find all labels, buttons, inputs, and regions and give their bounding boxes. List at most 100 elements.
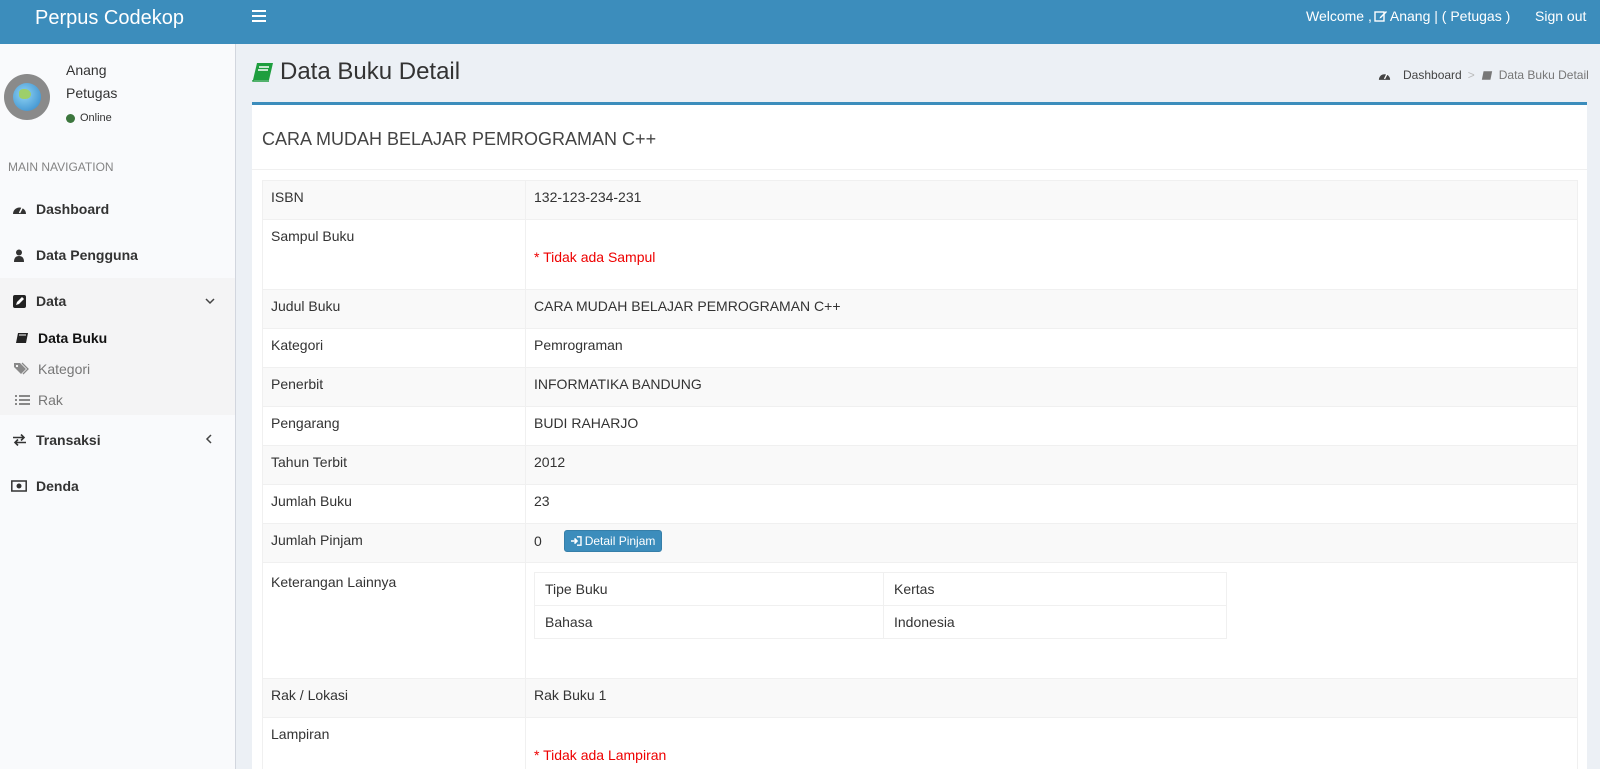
value-sampul: * Tidak ada Sampul [534, 249, 656, 265]
top-navbar: Perpus Codekop Welcome , Anang | ( Petug… [0, 0, 1600, 44]
welcome-text[interactable]: Welcome , Anang | ( Petugas ) [1306, 8, 1510, 24]
edit-icon [11, 294, 27, 308]
value-keterangan-cell: Tipe Buku Kertas Bahasa Indonesia [525, 562, 1578, 679]
book-detail-box: CARA MUDAH BELAJAR PEMROGRAMAN C++ ISBN … [252, 102, 1587, 769]
sidebar-item-label: Dashboard [36, 201, 110, 217]
exchange-icon [11, 433, 27, 447]
breadcrumb-current: Data Buku Detail [1498, 68, 1589, 82]
user-role: Petugas [66, 85, 118, 101]
avatar [4, 74, 50, 120]
book-icon [14, 332, 30, 344]
label-jumlah: Jumlah Buku [262, 484, 526, 524]
sidebar-item-label: Data [36, 293, 67, 309]
sidebar-subitem-label: Data Buku [38, 329, 108, 346]
edit-icon [1374, 11, 1387, 22]
sidebar-item-transaksi[interactable]: Transaksi [0, 417, 235, 463]
book-heading: CARA MUDAH BELAJAR PEMROGRAMAN C++ [262, 129, 657, 149]
value-pinjam: 0 [534, 533, 542, 549]
sidebar: Anang Petugas Online MAIN NAVIGATION Das… [0, 44, 236, 769]
sidebar-subitem-label: Kategori [38, 360, 91, 377]
dashboard-icon [1378, 72, 1391, 80]
status-label: Online [80, 112, 112, 124]
keterangan-value: Kertas [883, 572, 1227, 606]
table-row: Sampul Buku * Tidak ada Sampul [262, 219, 1578, 290]
value-pinjam-cell: 0 Detail Pinjam [525, 523, 1578, 563]
value-penerbit: INFORMATIKA BANDUNG [525, 367, 1578, 407]
sidebar-item-label: Data Pengguna [36, 247, 138, 263]
keterangan-key: Tipe Buku [534, 572, 884, 606]
value-lampiran-cell: * Tidak ada Lampiran [525, 717, 1578, 769]
sidebar-item-label: Transaksi [36, 432, 101, 448]
label-pengarang: Pengarang [262, 406, 526, 446]
value-tahun: 2012 [525, 445, 1578, 485]
table-row: Penerbit INFORMATIKA BANDUNG [262, 367, 1578, 407]
sidebar-subitem-data-buku[interactable]: Data Buku [0, 322, 235, 353]
value-kategori: Pemrograman [525, 328, 1578, 368]
status-badge: Online [66, 112, 112, 124]
breadcrumb-separator: > [1467, 68, 1475, 82]
table-row: Lampiran * Tidak ada Lampiran [262, 717, 1578, 769]
value-pengarang: BUDI RAHARJO [525, 406, 1578, 446]
chevron-down-icon [205, 294, 215, 308]
value-lampiran: * Tidak ada Lampiran [534, 747, 667, 763]
user-icon [11, 248, 27, 262]
keterangan-table: Tipe Buku Kertas Bahasa Indonesia [534, 572, 1227, 639]
breadcrumb-dashboard-link[interactable]: Dashboard [1403, 68, 1462, 82]
sidebar-item-label: Denda [36, 478, 79, 494]
table-row: Jumlah Pinjam 0 Detail Pinjam [262, 523, 1578, 563]
page-title: Data Buku Detail [252, 58, 460, 86]
table-row: Tipe Buku Kertas [534, 572, 1227, 606]
list-icon [14, 394, 30, 406]
label-pinjam: Jumlah Pinjam [262, 523, 526, 563]
value-isbn: 132-123-234-231 [525, 180, 1578, 220]
chevron-left-icon [205, 433, 213, 447]
sidebar-item-dashboard[interactable]: Dashboard [0, 186, 235, 232]
sign-in-icon [570, 536, 582, 546]
sidebar-subitem-rak[interactable]: Rak [0, 384, 235, 415]
table-row: Tahun Terbit 2012 [262, 445, 1578, 485]
table-row: Bahasa Indonesia [534, 605, 1227, 639]
table-row: ISBN 132-123-234-231 [262, 180, 1578, 220]
label-sampul: Sampul Buku [262, 219, 526, 290]
money-icon [11, 479, 27, 493]
book-icon [252, 63, 273, 82]
nav-header: MAIN NAVIGATION [8, 160, 114, 174]
label-keterangan: Keterangan Lainnya [262, 562, 526, 679]
label-lampiran: Lampiran [262, 717, 526, 769]
book-icon [1481, 70, 1492, 80]
book-detail-table: ISBN 132-123-234-231 Sampul Buku * Tidak… [262, 180, 1578, 769]
brand-logo[interactable]: Perpus Codekop [0, 0, 232, 44]
keterangan-value: Indonesia [883, 605, 1227, 639]
sidebar-item-data-pengguna[interactable]: Data Pengguna [0, 232, 235, 278]
label-judul: Judul Buku [262, 289, 526, 329]
value-jumlah: 23 [525, 484, 1578, 524]
value-sampul-cell: * Tidak ada Sampul [525, 219, 1578, 290]
sidebar-toggle-icon[interactable] [252, 10, 266, 22]
welcome-prefix: Welcome , [1306, 8, 1372, 24]
label-penerbit: Penerbit [262, 367, 526, 407]
sign-out-button[interactable]: Sign out [1535, 8, 1586, 24]
sidebar-item-data[interactable]: Data [0, 278, 235, 324]
label-kategori: Kategori [262, 328, 526, 368]
divider [252, 169, 1587, 170]
page-title-text: Data Buku Detail [280, 58, 461, 85]
table-row: Pengarang BUDI RAHARJO [262, 406, 1578, 446]
sidebar-item-denda[interactable]: Denda [0, 463, 235, 509]
tags-icon [14, 362, 30, 375]
welcome-user: Anang | ( Petugas ) [1389, 8, 1511, 24]
label-isbn: ISBN [262, 180, 526, 220]
detail-pinjam-button[interactable]: Detail Pinjam [563, 530, 663, 552]
online-dot-icon [66, 113, 75, 123]
table-row: Kategori Pemrograman [262, 328, 1578, 368]
value-judul: CARA MUDAH BELAJAR PEMROGRAMAN C++ [525, 289, 1578, 329]
table-row: Rak / Lokasi Rak Buku 1 [262, 678, 1578, 718]
keterangan-key: Bahasa [534, 605, 884, 639]
table-row: Jumlah Buku 23 [262, 484, 1578, 524]
sidebar-subitem-label: Rak [38, 391, 63, 408]
detail-pinjam-label: Detail Pinjam [584, 534, 656, 548]
value-rak: Rak Buku 1 [525, 678, 1578, 718]
sidebar-subitem-kategori[interactable]: Kategori [0, 353, 235, 384]
table-row: Keterangan Lainnya Tipe Buku Kertas Baha… [262, 562, 1578, 679]
breadcrumb: Dashboard > Data Buku Detail [1378, 68, 1589, 82]
user-name: Anang [66, 62, 107, 78]
